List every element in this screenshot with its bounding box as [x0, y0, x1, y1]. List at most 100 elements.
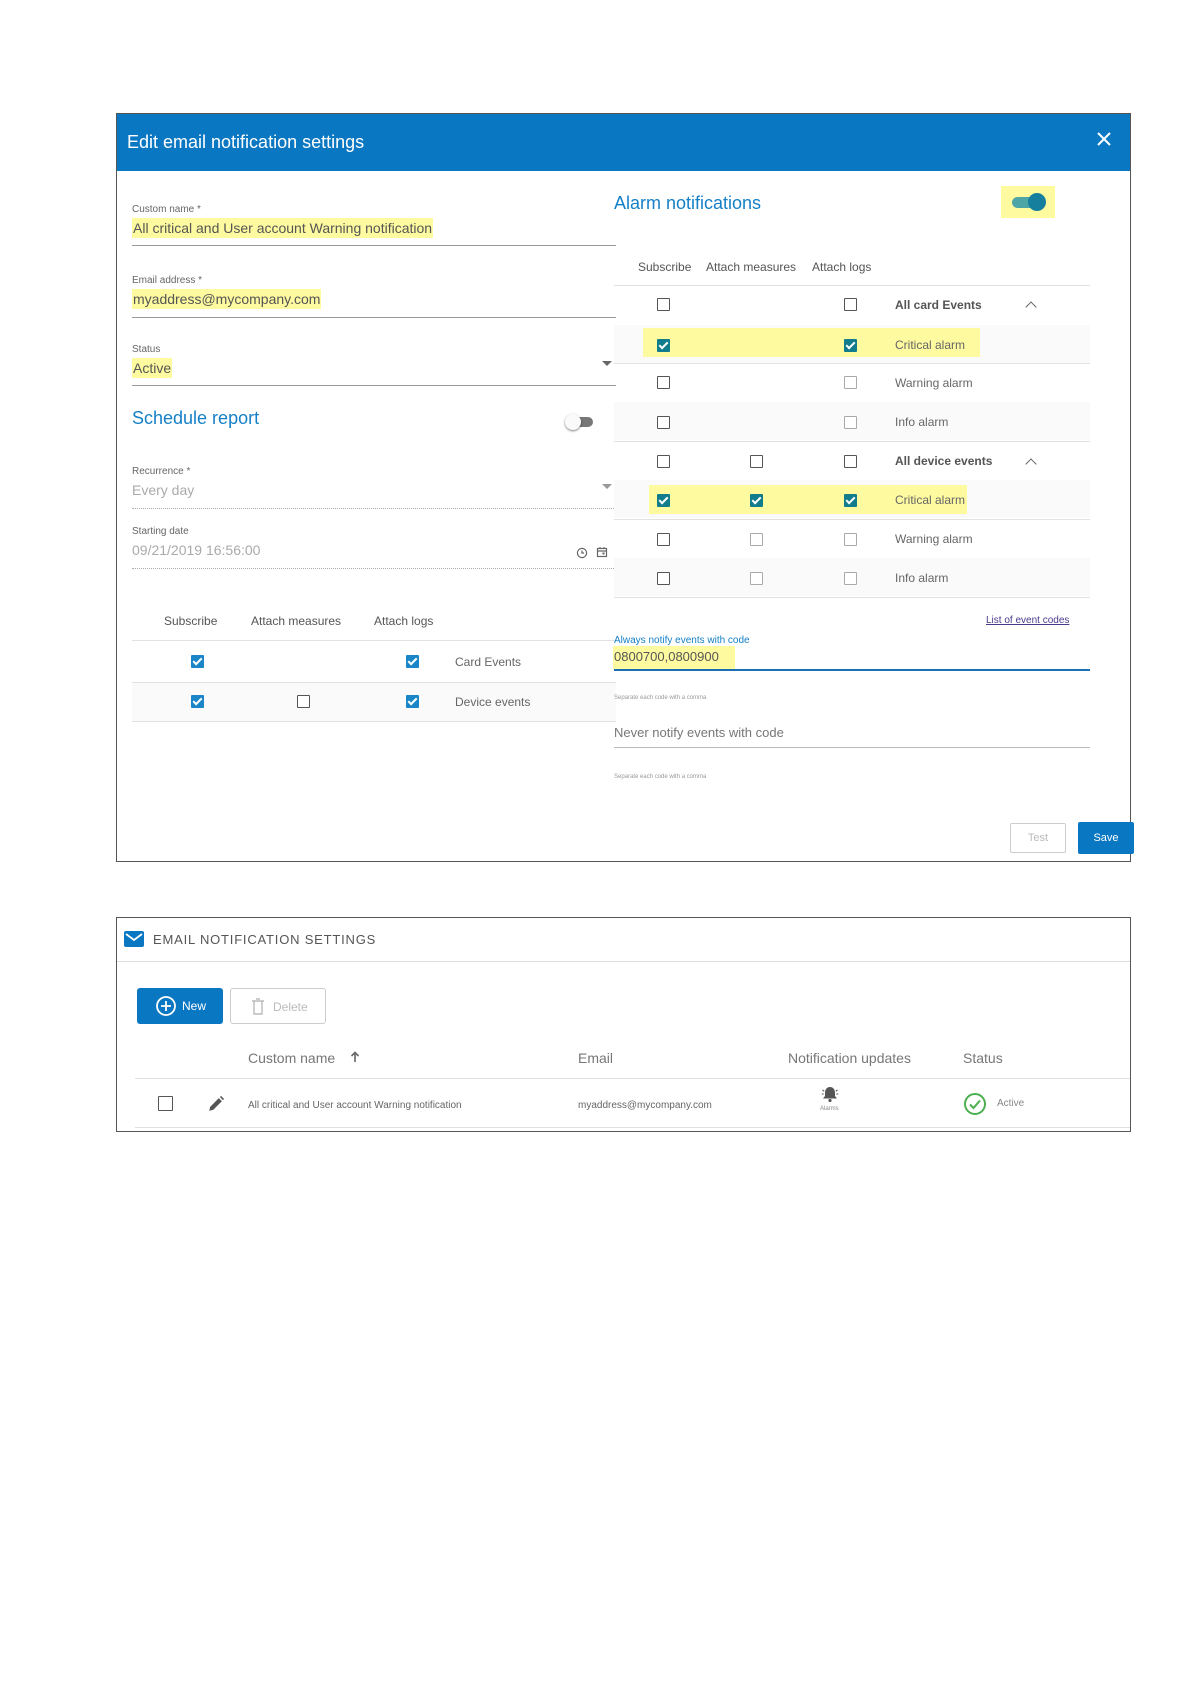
card-critical-alarm-label: Critical alarm: [895, 338, 966, 352]
device-critical-logs-checkbox[interactable]: [844, 494, 857, 507]
never-notify-input[interactable]: Never notify events with code: [614, 725, 784, 740]
alarm-device-logs-checkbox[interactable]: [844, 455, 857, 468]
device-warning-logs-checkbox[interactable]: [844, 533, 857, 546]
schedule-col-attach-logs: Attach logs: [374, 614, 434, 628]
email-address-field[interactable]: Email address * myaddress@mycompany.com: [132, 275, 616, 318]
recurrence-label: Recurrence *: [132, 466, 191, 477]
sort-ascending-icon[interactable]: [350, 1051, 360, 1063]
delete-button-label: Delete: [273, 1000, 308, 1014]
dialog-title: Edit email notification settings: [127, 132, 365, 152]
schedule-device-measures-checkbox[interactable]: [297, 695, 310, 708]
close-icon[interactable]: [1092, 127, 1116, 151]
card-warning-subscribe-checkbox[interactable]: [657, 376, 670, 389]
add-circle-icon: [156, 996, 176, 1016]
row-updates-label: Alarms: [820, 1106, 839, 1112]
new-button[interactable]: New: [137, 988, 223, 1024]
status-select[interactable]: Status Active: [132, 341, 616, 386]
chevron-down-icon: [602, 484, 612, 489]
schedule-report-title: Schedule report: [132, 408, 260, 428]
chevron-down-icon: [602, 361, 612, 366]
alarm-col-attach-measures: Attach measures: [706, 260, 797, 274]
email-address-input[interactable]: myaddress@mycompany.com: [132, 289, 322, 309]
status-value: Active: [132, 358, 173, 378]
alarm-notifications-toggle[interactable]: [1012, 193, 1046, 211]
list-of-event-codes-link[interactable]: List of event codes: [986, 615, 1069, 626]
alarm-notifications-title: Alarm notifications: [614, 193, 762, 213]
calendar-icon[interactable]: [596, 546, 608, 558]
device-warning-subscribe-checkbox[interactable]: [657, 533, 670, 546]
trash-icon: [252, 998, 264, 1015]
status-label: Status: [132, 344, 161, 355]
column-email[interactable]: Email: [578, 1050, 613, 1066]
row-select-checkbox[interactable]: [158, 1096, 173, 1111]
always-notify-label: Always notify events with code: [614, 635, 750, 646]
chevron-up-icon[interactable]: [1025, 301, 1037, 313]
row-email: myaddress@mycompany.com: [578, 1100, 712, 1111]
schedule-card-logs-checkbox[interactable]: [406, 655, 419, 668]
panel-title: EMAIL NOTIFICATION SETTINGS: [153, 932, 377, 947]
all-device-events-label: All device events: [895, 454, 993, 468]
dialog-header: Edit email notification settings: [117, 114, 1130, 171]
delete-button[interactable]: Delete: [230, 988, 326, 1024]
device-info-alarm-label: Info alarm: [895, 571, 949, 585]
schedule-device-logs-checkbox[interactable]: [406, 695, 419, 708]
device-warning-measures-checkbox[interactable]: [750, 533, 763, 546]
always-notify-hint: Separate each code with a comma: [614, 695, 707, 701]
device-critical-measures-checkbox[interactable]: [750, 494, 763, 507]
column-status[interactable]: Status: [963, 1050, 1003, 1066]
email-address-label: Email address *: [132, 275, 203, 286]
device-critical-subscribe-checkbox[interactable]: [657, 494, 670, 507]
device-info-measures-checkbox[interactable]: [750, 572, 763, 585]
alarm-device-measures-checkbox[interactable]: [750, 455, 763, 468]
edit-pencil-icon[interactable]: [207, 1095, 225, 1113]
email-notification-settings-panel: EMAIL NOTIFICATION SETTINGS New Delete C…: [116, 917, 1131, 1132]
card-warning-alarm-label: Warning alarm: [895, 376, 973, 390]
alarm-col-attach-logs: Attach logs: [812, 260, 872, 274]
row-status: Active: [997, 1098, 1025, 1109]
card-warning-logs-checkbox[interactable]: [844, 376, 857, 389]
schedule-col-subscribe: Subscribe: [164, 614, 218, 628]
alarm-col-subscribe: Subscribe: [638, 260, 692, 274]
device-warning-alarm-label: Warning alarm: [895, 532, 973, 546]
column-notification-updates[interactable]: Notification updates: [788, 1050, 911, 1066]
never-notify-hint: Separate each code with a comma: [614, 774, 707, 780]
card-info-subscribe-checkbox[interactable]: [657, 416, 670, 429]
recurrence-value: Every day: [132, 482, 195, 498]
schedule-card-events-label: Card Events: [455, 655, 522, 669]
edit-email-notification-dialog: Edit email notification settings Custom …: [116, 113, 1134, 862]
alarm-card-subscribe-checkbox[interactable]: [657, 298, 670, 311]
card-info-logs-checkbox[interactable]: [844, 416, 857, 429]
chevron-up-icon[interactable]: [1025, 458, 1037, 470]
row-custom-name: All critical and User account Warning no…: [248, 1100, 462, 1111]
device-critical-alarm-label: Critical alarm: [895, 493, 966, 507]
schedule-device-subscribe-checkbox[interactable]: [191, 695, 204, 708]
card-info-alarm-label: Info alarm: [895, 415, 949, 429]
card-critical-subscribe-checkbox[interactable]: [657, 339, 670, 352]
custom-name-label: Custom name *: [132, 204, 201, 215]
alarm-bell-icon: [821, 1087, 839, 1103]
clock-icon[interactable]: [576, 547, 588, 559]
mail-icon: [124, 931, 144, 947]
schedule-device-events-label: Device events: [455, 695, 531, 709]
status-check-circle-icon: [964, 1093, 986, 1115]
column-custom-name[interactable]: Custom name: [248, 1050, 335, 1066]
card-critical-logs-checkbox[interactable]: [844, 339, 857, 352]
new-button-label: New: [182, 999, 207, 1013]
custom-name-input[interactable]: All critical and User account Warning no…: [132, 218, 434, 238]
all-card-events-label: All card Events: [895, 298, 982, 312]
alarm-card-logs-checkbox[interactable]: [844, 298, 857, 311]
test-button[interactable]: Test: [1010, 823, 1066, 853]
device-info-logs-checkbox[interactable]: [844, 572, 857, 585]
always-notify-input[interactable]: 0800700,0800900: [613, 646, 735, 669]
device-info-subscribe-checkbox[interactable]: [657, 572, 670, 585]
alarm-device-subscribe-checkbox[interactable]: [657, 455, 670, 468]
schedule-report-toggle[interactable]: [565, 414, 595, 430]
schedule-card-subscribe-checkbox[interactable]: [191, 655, 204, 668]
starting-date-label: Starting date: [132, 526, 189, 537]
custom-name-field[interactable]: Custom name * All critical and User acco…: [132, 204, 616, 246]
starting-date-value: 09/21/2019 16:56:00: [132, 542, 261, 558]
recurrence-select[interactable]: Recurrence * Every day: [132, 466, 616, 509]
starting-date-field[interactable]: Starting date 09/21/2019 16:56:00: [132, 526, 616, 569]
save-button[interactable]: Save: [1078, 822, 1134, 854]
schedule-col-attach-measures: Attach measures: [251, 614, 342, 628]
